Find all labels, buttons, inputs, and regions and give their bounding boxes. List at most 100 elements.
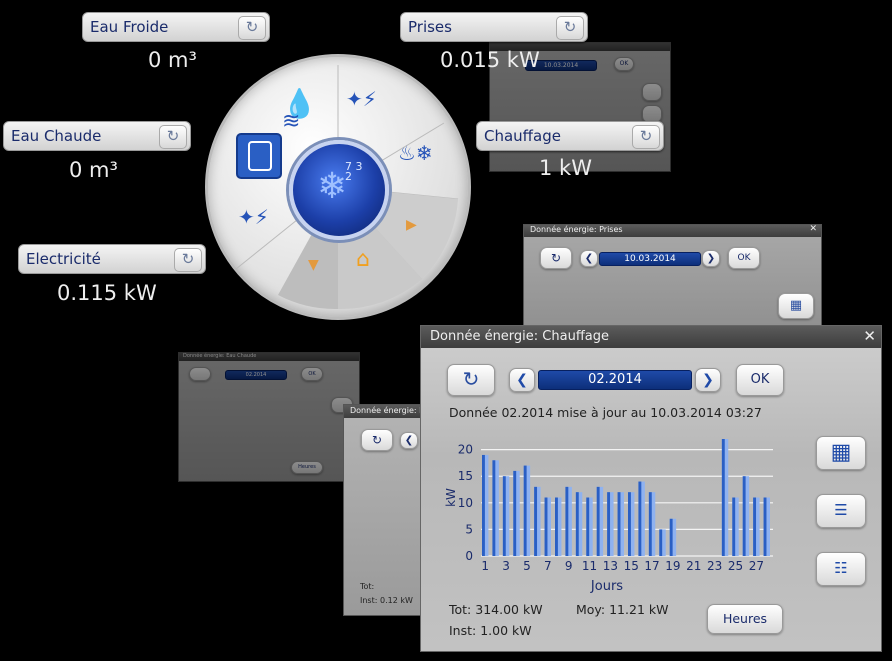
bar-shade <box>763 497 767 556</box>
x-tick-label: 15 <box>624 559 639 573</box>
callout-electricite-label: Electricité <box>26 250 101 268</box>
callout-eau-chaude-value: 0 m³ <box>69 158 118 182</box>
callout-electricite-value: 0.115 kW <box>57 281 157 305</box>
window-prises-prev-button[interactable]: ❮ <box>580 250 598 267</box>
window-chauffage: Donnée énergie: Chauffage ✕ ↻ ❮ 02.2014 … <box>420 325 882 652</box>
window-chauffage-close[interactable]: ✕ <box>863 327 876 345</box>
chauffage-chart: 05101520kW1 3 5 7 9 11 13 15 17 19 21 23 25 27Jours <box>444 439 773 594</box>
bar-shade <box>638 481 642 556</box>
prev-month-button[interactable]: ❮ <box>509 368 535 392</box>
bar-shade <box>575 492 579 556</box>
next-month-button[interactable]: ❯ <box>695 368 721 392</box>
x-axis-label: Jours <box>590 579 623 594</box>
callout-chauffage-value: 1 kW <box>539 156 592 180</box>
window-eau-chaude-ok[interactable]: OK <box>301 367 323 381</box>
x-tick-label: 1 <box>481 559 489 573</box>
dial-center-button[interactable]: ❄ 7 3 2 <box>289 140 389 240</box>
refresh-icon[interactable]: ↻ <box>174 248 202 272</box>
bar-shade <box>586 497 590 556</box>
bar-shade <box>742 476 746 556</box>
callout-chauffage[interactable]: Chauffage ↻ <box>476 121 664 151</box>
window-bg-top-ok[interactable]: OK <box>614 57 634 71</box>
window-prises-next-button[interactable]: ❯ <box>702 250 720 267</box>
waves-icon: ≋ <box>282 109 300 134</box>
x-tick-label: 27 <box>749 559 764 573</box>
window-eau-chaude-refresh[interactable] <box>189 367 211 381</box>
home-icon[interactable]: ⌂ <box>356 247 370 272</box>
callout-prises-label: Prises <box>408 18 452 36</box>
window-electricite-prev[interactable]: ❮ <box>400 432 418 449</box>
callout-prises-value: 0.015 kW <box>440 48 540 72</box>
window-electricite-tot: Tot: <box>360 582 375 591</box>
hours-button[interactable]: Heures <box>707 604 783 634</box>
window-electricite-titlebar: Donnée énergie: El <box>344 405 431 418</box>
x-tick-label: 11 <box>582 559 597 573</box>
window-prises-titlebar: Donnée énergie: Prises ✕ <box>524 224 821 237</box>
callout-eau-chaude-label: Eau Chaude <box>11 127 102 145</box>
list-export-button[interactable]: ☷ <box>816 552 866 586</box>
window-eau-chaude-titlebar: Donnée énergie: Eau Chaude <box>179 353 359 361</box>
bar-shade <box>482 454 485 556</box>
update-info: Donnée 02.2014 mise à jour au 10.03.2014… <box>449 405 762 420</box>
refresh-button[interactable]: ↻ <box>447 364 495 396</box>
instant-value: Inst: 1.00 kW <box>449 623 532 638</box>
y-tick-label: 0 <box>465 549 473 563</box>
plug-icon[interactable]: ✦⚡ <box>346 87 377 111</box>
bar-shade <box>555 497 558 556</box>
window-chauffage-title: Donnée énergie: Chauffage <box>430 329 609 344</box>
window-electricite-refresh[interactable]: ↻ <box>361 429 393 451</box>
window-prises: Donnée énergie: Prises ✕ ↻ ❮ 10.03.2014 … <box>523 224 822 330</box>
arrow-down-icon[interactable]: ▼ <box>308 257 319 273</box>
x-tick-label: 25 <box>728 559 743 573</box>
bar-shade <box>732 497 736 556</box>
window-prises-title: Donnée énergie: Prises <box>530 225 623 234</box>
dial-center-digits: 7 3 2 <box>345 160 363 183</box>
electric-plug-icon[interactable]: ✦⚡ <box>238 205 269 229</box>
bar-shade <box>596 486 600 556</box>
boiler-icon[interactable] <box>236 133 282 179</box>
ok-button[interactable]: OK <box>736 364 784 396</box>
y-tick-label: 5 <box>465 522 473 536</box>
window-prises-ok-button[interactable]: OK <box>728 247 760 269</box>
bar-shade <box>502 476 506 556</box>
list-month-button[interactable]: ☰ <box>816 494 866 528</box>
bar-shade <box>607 492 611 556</box>
window-bg-top-calendar-button[interactable] <box>642 83 662 101</box>
x-tick-label: 23 <box>707 559 722 573</box>
callout-eau-chaude[interactable]: Eau Chaude ↻ <box>3 121 191 151</box>
bar-shade <box>565 486 569 556</box>
bar-shade <box>628 492 631 556</box>
window-prises-refresh-button[interactable]: ↻ <box>540 247 572 269</box>
window-eau-chaude-title: Donnée énergie: Eau Chaude <box>183 353 257 359</box>
y-tick-label: 20 <box>458 443 473 457</box>
heating-icon[interactable]: ♨❄ <box>398 141 433 165</box>
total-value: Tot: 314.00 kW <box>449 602 543 617</box>
refresh-icon[interactable]: ↻ <box>632 125 660 149</box>
window-prises-date: 10.03.2014 <box>599 252 701 266</box>
bar-shade <box>753 497 757 556</box>
callout-electricite[interactable]: Electricité ↻ <box>18 244 206 274</box>
window-electricite-title: Donnée énergie: El <box>350 406 427 415</box>
snowflake-icon: ❄ <box>317 166 348 207</box>
bar-shade <box>648 492 652 556</box>
window-eau-chaude-hours[interactable]: Heures <box>291 461 323 474</box>
y-tick-label: 10 <box>458 496 473 510</box>
callout-eau-froide[interactable]: Eau Froide ↻ <box>82 12 270 42</box>
refresh-icon[interactable]: ↻ <box>159 125 187 149</box>
x-tick-label: 7 <box>544 559 552 573</box>
x-tick-label: 17 <box>644 559 659 573</box>
window-chauffage-titlebar: Donnée énergie: Chauffage ✕ <box>421 326 881 348</box>
calendar-button[interactable]: ▦ <box>816 436 866 470</box>
bar-shade <box>721 439 725 556</box>
window-prises-calendar-button[interactable]: ▦ <box>778 293 814 319</box>
refresh-icon[interactable]: ↻ <box>556 16 584 40</box>
y-axis-label: kW <box>444 488 458 507</box>
callout-eau-froide-label: Eau Froide <box>90 18 169 36</box>
refresh-icon[interactable]: ↻ <box>238 16 266 40</box>
callout-prises[interactable]: Prises ↻ <box>400 12 588 42</box>
arrow-right-icon[interactable]: ▶ <box>406 217 417 233</box>
callout-eau-froide-value: 0 m³ <box>148 48 197 72</box>
window-prises-close[interactable]: ✕ <box>809 224 817 234</box>
bar-shade <box>492 460 496 556</box>
average-value: Moy: 11.21 kW <box>576 602 669 617</box>
